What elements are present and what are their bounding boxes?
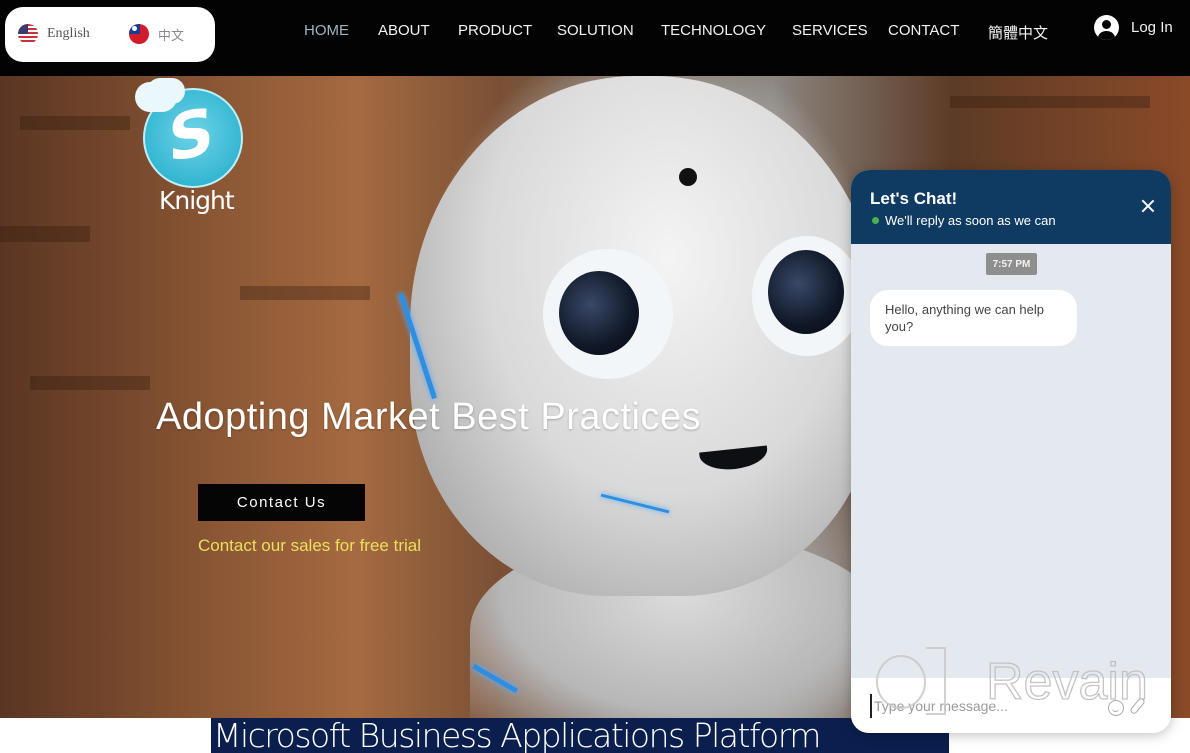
user-account-icon [1094, 15, 1119, 40]
site-header: English 中文 HOME ABOUT PRODUCT SOLUTION T… [0, 0, 1190, 76]
close-icon[interactable] [1139, 197, 1157, 215]
chat-status-text: We'll reply as soon as we can [885, 213, 1056, 228]
background-brick [950, 96, 1150, 108]
page: S Knight Adopting Market Best Practices … [0, 0, 1190, 753]
robot-right-eye [752, 236, 862, 356]
emoji-icon[interactable] [1108, 700, 1124, 716]
background-brick [240, 286, 370, 300]
logo-s-mark-icon: S [168, 94, 215, 178]
nav-simplified-chinese[interactable]: 簡體中文 [988, 22, 1048, 43]
chat-title: Let's Chat! [870, 189, 958, 208]
background-brick [30, 376, 150, 390]
knight-logo[interactable]: S Knight [133, 82, 245, 217]
attachment-icon[interactable] [1129, 696, 1146, 716]
taiwan-flag-icon [129, 24, 149, 44]
background-brick [0, 226, 90, 242]
hero-subtitle: Contact our sales for free trial [198, 536, 421, 555]
nav-about[interactable]: ABOUT [378, 22, 430, 39]
robot-camera [679, 168, 697, 186]
nav-services[interactable]: SERVICES [792, 22, 868, 39]
us-flag-icon [18, 24, 38, 44]
nav-technology[interactable]: TECHNOLOGY [661, 22, 766, 39]
chat-widget: Let's Chat! We'll reply as soon as we ca… [851, 170, 1171, 733]
chat-message: Hello, anything we can help you? [870, 290, 1077, 346]
hero-title: Adopting Market Best Practices [156, 396, 702, 438]
nav-product[interactable]: PRODUCT [458, 22, 532, 39]
language-option-english[interactable]: English [18, 24, 90, 44]
language-option-chinese[interactable]: 中文 [129, 24, 184, 44]
chat-status: We'll reply as soon as we can [872, 213, 1056, 228]
login-button[interactable]: Log In [1094, 15, 1173, 40]
robot-pupil [768, 250, 844, 334]
logo-name: Knight [159, 186, 235, 215]
chat-header: Let's Chat! We'll reply as soon as we ca… [851, 170, 1171, 244]
robot-left-eye [543, 249, 673, 379]
robot-pupil [559, 271, 639, 355]
nav-home[interactable]: HOME [304, 22, 349, 39]
background-brick [20, 116, 130, 130]
online-status-icon [872, 217, 879, 224]
language-label: 中文 [158, 28, 185, 44]
contact-us-button[interactable]: Contact Us [198, 484, 365, 521]
chat-message-input[interactable] [870, 694, 1090, 718]
language-switcher: English 中文 [5, 7, 215, 62]
nav-contact[interactable]: CONTACT [888, 22, 959, 39]
chat-composer [851, 678, 1171, 733]
microsoft-platform-banner: Microsoft Business Applications Platform [211, 718, 949, 753]
language-label: English [47, 26, 90, 41]
nav-solution[interactable]: SOLUTION [557, 22, 634, 39]
login-label: Log In [1131, 19, 1173, 36]
message-timestamp: 7:57 PM [986, 253, 1037, 275]
